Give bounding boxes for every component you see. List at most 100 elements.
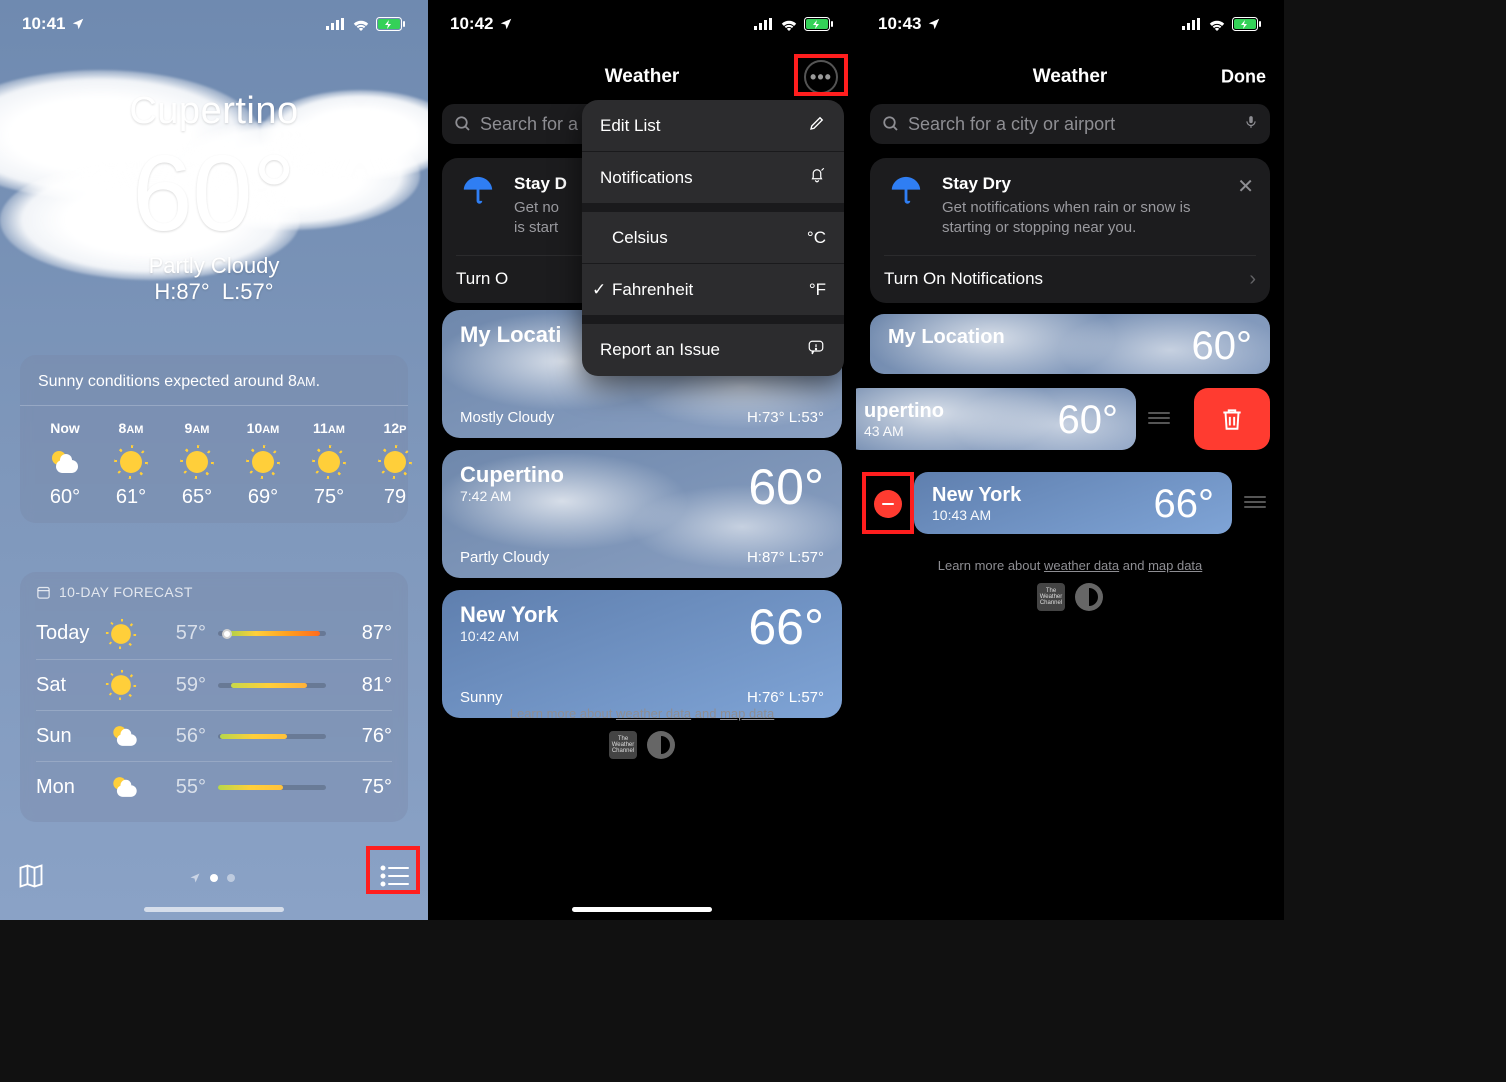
umbrella-icon: [456, 174, 500, 239]
magnifier-icon: [454, 115, 472, 133]
hour-item: Now60°: [32, 420, 98, 509]
search-placeholder: Search for a: [480, 114, 578, 135]
darksky-logo: [1075, 583, 1103, 611]
current-condition: Partly Cloudy: [0, 253, 428, 279]
notif-action[interactable]: Turn On Notifications›: [884, 255, 1256, 303]
nav-bar: Weather Done: [856, 54, 1284, 100]
close-button[interactable]: ✕: [1235, 174, 1256, 239]
hour-item: 12P79: [362, 420, 428, 509]
location-name: My Location: [888, 326, 1005, 349]
more-menu: Edit List Notifications Celsius°C ✓Fahre…: [582, 100, 844, 376]
status-time: 10:42: [450, 14, 493, 34]
location-time: 10:43 AM: [932, 507, 1021, 523]
bell-icon: [808, 165, 826, 190]
magnifier-icon: [882, 115, 900, 133]
map-button[interactable]: [16, 862, 46, 895]
menu-fahrenheit[interactable]: ✓Fahrenheit°F: [582, 264, 844, 316]
battery-charging-icon: [1232, 17, 1262, 31]
daily-forecast-header: 10-DAY FORECAST: [36, 584, 392, 600]
battery-charging-icon: [804, 17, 834, 31]
search-field[interactable]: Search for a city or airport: [870, 104, 1270, 144]
nav-title: Weather: [605, 66, 680, 88]
microphone-icon[interactable]: [1244, 112, 1258, 137]
speech-bubble-icon: [806, 339, 826, 362]
hour-item: 11AM75°: [296, 420, 362, 509]
hour-item: 9AM65°: [164, 420, 230, 509]
hour-item: 8AM61°: [98, 420, 164, 509]
location-card[interactable]: New York10:42 AM66°SunnyH:76° L:57°: [442, 590, 842, 718]
location-card-cupertino[interactable]: upertino43 AM 60°: [856, 388, 1136, 450]
battery-charging-icon: [376, 17, 406, 31]
day-row: Today57°87°: [36, 608, 392, 659]
menu-celsius[interactable]: Celsius°C: [582, 212, 844, 264]
location-card-new-york[interactable]: New York10:43 AM 66°: [914, 472, 1232, 534]
hourly-forecast-card[interactable]: Sunny conditions expected around 8AM. No…: [20, 355, 408, 523]
notif-body: Get notifications when rain or snow is s…: [942, 198, 1221, 239]
more-button[interactable]: •••: [804, 60, 838, 94]
notif-title: Stay D: [514, 174, 567, 194]
wifi-icon: [780, 18, 798, 31]
location-arrow-icon: [499, 17, 513, 31]
reorder-handle[interactable]: [1244, 496, 1266, 508]
list-button[interactable]: [378, 860, 412, 897]
day-row: Sun56°76°: [36, 710, 392, 761]
day-row: Sat59°81°: [36, 659, 392, 710]
page-indicator[interactable]: [189, 872, 235, 884]
chevron-right-icon: ›: [1249, 268, 1256, 291]
done-button[interactable]: Done: [1221, 67, 1266, 88]
location-arrow-icon: [71, 17, 85, 31]
weather-channel-logo: TheWeatherChannel: [609, 731, 637, 759]
location-temp: 66°: [1154, 484, 1215, 524]
darksky-logo: [647, 731, 675, 759]
cellular-signal-icon: [754, 18, 774, 30]
current-temperature: 60°: [0, 139, 428, 247]
status-time: 10:41: [22, 14, 65, 34]
weather-data-link[interactable]: weather data: [1044, 558, 1119, 573]
reorder-handle[interactable]: [1148, 412, 1170, 424]
location-name: New York: [932, 484, 1021, 507]
location-temp: 60°: [1192, 326, 1253, 366]
checkmark-icon: ✓: [592, 280, 612, 300]
daily-forecast-card[interactable]: 10-DAY FORECAST Today57°87°Sat59°81°Sun5…: [20, 572, 408, 822]
location-card[interactable]: Cupertino7:42 AM60°Partly CloudyH:87° L:…: [442, 450, 842, 578]
weather-hero: Cupertino 60° Partly Cloudy H:87° L:57°: [0, 90, 428, 305]
calendar-icon: [36, 585, 51, 600]
day-row: Mon55°75°: [36, 761, 392, 812]
map-data-link[interactable]: map data: [1148, 558, 1202, 573]
menu-report-issue[interactable]: Report an Issue: [582, 324, 844, 376]
umbrella-icon: [884, 174, 928, 239]
attribution-text: Learn more about weather data and map da…: [856, 558, 1284, 611]
delete-button[interactable]: [1194, 388, 1270, 450]
weather-channel-logo: TheWeatherChannel: [1037, 583, 1065, 611]
notification-card: Stay Dry Get notifications when rain or …: [870, 158, 1270, 303]
hourly-summary: Sunny conditions expected around 8AM.: [20, 373, 408, 406]
location-temp: 60°: [1058, 400, 1119, 440]
notif-body: Get nois start: [514, 198, 567, 239]
location-card-my-location[interactable]: My Location 60°: [870, 314, 1270, 374]
city-name: Cupertino: [0, 90, 428, 133]
menu-edit-list[interactable]: Edit List: [582, 100, 844, 152]
status-bar: 10:41: [0, 0, 428, 48]
location-arrow-icon: [927, 17, 941, 31]
menu-notifications[interactable]: Notifications: [582, 152, 844, 204]
pencil-icon: [808, 114, 826, 137]
status-bar: 10:42: [428, 0, 856, 48]
home-indicator[interactable]: [144, 907, 284, 912]
location-name: upertino: [864, 400, 944, 423]
notif-title: Stay Dry: [942, 174, 1221, 194]
nav-bar: Weather •••: [428, 54, 856, 100]
home-indicator[interactable]: [572, 907, 712, 912]
high-low: H:87° L:57°: [0, 279, 428, 305]
trash-icon: [1219, 404, 1245, 434]
cellular-signal-icon: [326, 18, 346, 30]
location-time: 43 AM: [864, 423, 944, 439]
map-data-link[interactable]: map data: [720, 706, 774, 721]
nav-title: Weather: [1033, 66, 1108, 88]
wifi-icon: [352, 18, 370, 31]
delete-control[interactable]: [874, 490, 902, 518]
weather-data-link[interactable]: weather data: [616, 706, 691, 721]
cellular-signal-icon: [1182, 18, 1202, 30]
hour-item: 10AM69°: [230, 420, 296, 509]
location-arrow-icon: [189, 872, 201, 884]
ellipsis-icon: •••: [804, 60, 838, 94]
